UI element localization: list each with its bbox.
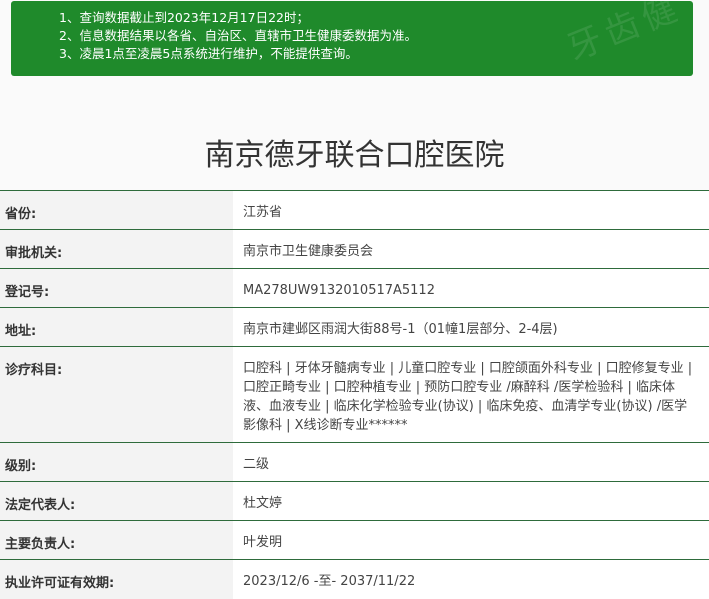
row-value: 叶发明	[233, 520, 709, 560]
notice-banner: 1、查询数据截止到2023年12月17日22时； 2、信息数据结果以各省、自治区…	[11, 0, 693, 76]
table-row-address: 地址: 南京市建邺区雨润大街88号-1（01幢1层部分、2-4层)	[0, 307, 709, 347]
row-label: 审批机关:	[0, 229, 233, 269]
row-value: 南京市建邺区雨润大街88号-1（01幢1层部分、2-4层)	[233, 307, 709, 347]
table-row-province: 省份: 江苏省	[0, 190, 709, 230]
row-label: 地址:	[0, 307, 233, 347]
table-row-legal-representative: 法定代表人: 杜文婷	[0, 481, 709, 521]
row-value: 杜文婷	[233, 481, 709, 521]
table-row-level: 级别: 二级	[0, 442, 709, 482]
row-label: 主要负责人:	[0, 520, 233, 560]
row-value: 江苏省	[233, 190, 709, 230]
row-label: 执业许可证有效期:	[0, 559, 233, 599]
row-label: 登记号:	[0, 268, 233, 308]
table-row-registration-number: 登记号: MA278UW9132010517A5112	[0, 268, 709, 308]
row-value: 口腔科 | 牙体牙髓病专业 | 儿童口腔专业 | 口腔颌面外科专业 | 口腔修复…	[233, 346, 709, 443]
row-value: 南京市卫生健康委员会	[233, 229, 709, 269]
page-title: 南京德牙联合口腔医院	[204, 138, 505, 174]
row-value: 二级	[233, 442, 709, 482]
row-label: 诊疗科目:	[0, 346, 233, 443]
table-row-license-validity: 执业许可证有效期: 2023/12/6 -至- 2037/11/22	[0, 559, 709, 599]
row-label: 法定代表人:	[0, 481, 233, 521]
table-row-principal: 主要负责人: 叶发明	[0, 520, 709, 560]
table-row-departments: 诊疗科目: 口腔科 | 牙体牙髓病专业 | 儿童口腔专业 | 口腔颌面外科专业 …	[0, 346, 709, 443]
hospital-info-table: 省份: 江苏省 审批机关: 南京市卫生健康委员会 登记号: MA278UW913…	[0, 190, 709, 599]
notice-line-3: 3、凌晨1点至凌晨5点系统进行维护，不能提供查询。	[59, 46, 358, 61]
row-value: 2023/12/6 -至- 2037/11/22	[233, 559, 709, 599]
row-label: 级别:	[0, 442, 233, 482]
table-row-approval-authority: 审批机关: 南京市卫生健康委员会	[0, 229, 709, 269]
row-value: MA278UW9132010517A5112	[233, 268, 709, 308]
row-label: 省份:	[0, 190, 233, 230]
notice-line-2: 2、信息数据结果以各省、自治区、直辖市卫生健康委数据为准。	[59, 28, 417, 43]
notice-line-1: 1、查询数据截止到2023年12月17日22时；	[59, 10, 309, 25]
